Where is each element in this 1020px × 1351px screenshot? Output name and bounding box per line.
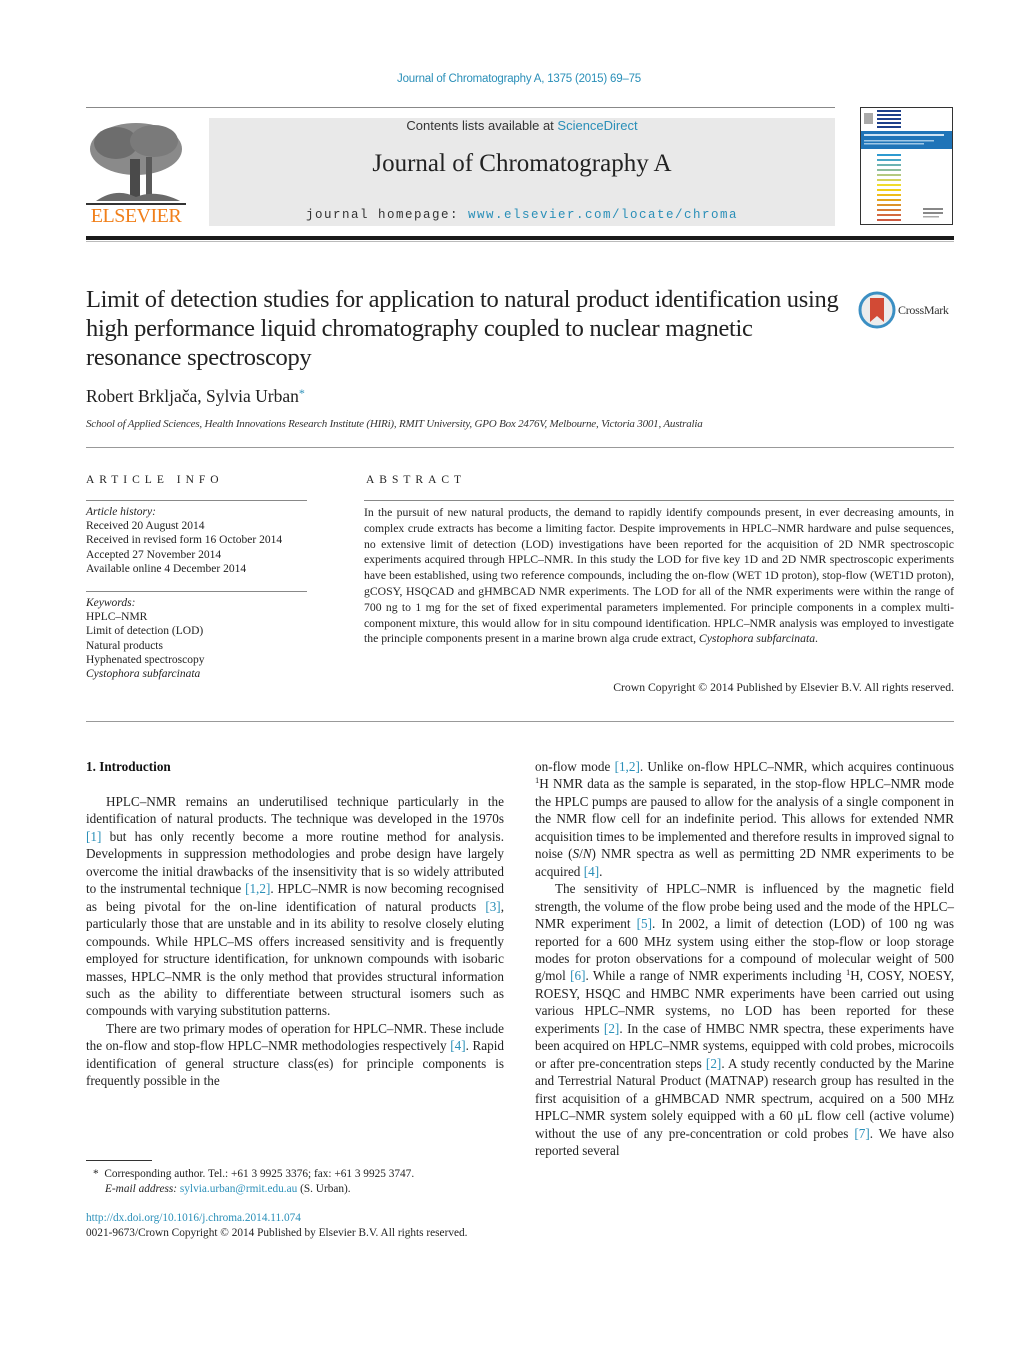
citation-link[interactable]: [2] bbox=[604, 1021, 619, 1036]
contents-prefix: Contents lists available at bbox=[406, 118, 558, 133]
journal-masthead: Contents lists available at ScienceDirec… bbox=[209, 118, 835, 226]
citation-link[interactable]: [2] bbox=[706, 1056, 721, 1071]
abstract-text: In the pursuit of new natural products, … bbox=[364, 505, 954, 647]
abstract-copyright: Crown Copyright © 2014 Published by Else… bbox=[613, 681, 954, 694]
email-link[interactable]: sylvia.urban@rmit.edu.au bbox=[180, 1183, 297, 1195]
history-revised: Received in revised form 16 October 2014 bbox=[86, 534, 283, 547]
email-note: E-mail address: sylvia.urban@rmit.edu.au… bbox=[86, 1182, 414, 1197]
history-accepted: Accepted 27 November 2014 bbox=[86, 548, 222, 561]
keyword: Natural products bbox=[86, 639, 163, 652]
corresponding-author-note: * Corresponding author. Tel.: +61 3 9925… bbox=[86, 1167, 414, 1182]
keywords-divider bbox=[86, 591, 307, 592]
body-column-left: HPLC–NMR remains an underutilised techni… bbox=[86, 793, 504, 1090]
body-column-right: on-flow mode [1,2]. Unlike on-flow HPLC–… bbox=[535, 758, 954, 1159]
homepage-link[interactable]: www.elsevier.com/locate/chroma bbox=[468, 208, 738, 222]
author-affiliation: School of Applied Sciences, Health Innov… bbox=[86, 418, 703, 430]
history-received: Received 20 August 2014 bbox=[86, 520, 205, 533]
corresponding-contact: Corresponding author. Tel.: +61 3 9925 3… bbox=[104, 1168, 415, 1180]
homepage-prefix: journal homepage: bbox=[305, 208, 468, 222]
citation-link[interactable]: [5] bbox=[637, 916, 652, 931]
corresponding-author-link[interactable]: * bbox=[299, 386, 305, 400]
keyword: Limit of detection (LOD) bbox=[86, 625, 204, 638]
header-divider bbox=[86, 107, 835, 108]
footnote-divider bbox=[86, 1160, 152, 1161]
issn-copyright: 0021-9673/Crown Copyright © 2014 Publish… bbox=[86, 1226, 468, 1239]
article-info-heading: ARTICLE INFO bbox=[86, 474, 224, 486]
header-thin-divider bbox=[86, 241, 954, 242]
keyword: Cystophora subfarcinata bbox=[86, 668, 201, 681]
header-thick-divider bbox=[86, 236, 954, 240]
doi-block: http://dx.doi.org/10.1016/j.chroma.2014.… bbox=[86, 1211, 467, 1240]
footnote: * Corresponding author. Tel.: +61 3 9925… bbox=[86, 1167, 414, 1196]
elsevier-wordmark: ELSEVIER bbox=[90, 205, 182, 227]
superscript: 1 bbox=[535, 775, 540, 786]
journal-cover-thumbnail[interactable] bbox=[860, 107, 953, 225]
citation-link[interactable]: [7] bbox=[854, 1126, 869, 1141]
citation-link[interactable]: [1,2] bbox=[615, 759, 640, 774]
journal-homepage: journal homepage: www.elsevier.com/locat… bbox=[209, 208, 835, 222]
italic-text: S bbox=[572, 846, 580, 862]
history-online: Available online 4 December 2014 bbox=[86, 562, 247, 575]
citation-link[interactable]: [6] bbox=[570, 968, 585, 983]
footnote-mark: * bbox=[93, 1168, 99, 1180]
contents-availability: Contents lists available at ScienceDirec… bbox=[209, 118, 835, 133]
email-suffix: (S. Urban). bbox=[297, 1182, 351, 1195]
abstract-heading: ABSTRACT bbox=[366, 474, 467, 486]
superscript: 1 bbox=[845, 967, 851, 978]
keywords: Keywords: HPLC–NMR Limit of detection (L… bbox=[86, 596, 204, 681]
abstract-end: . bbox=[815, 632, 818, 646]
abstract-body: In the pursuit of new natural products, … bbox=[364, 506, 954, 646]
citation-link[interactable]: [4] bbox=[584, 864, 599, 879]
doi-link[interactable]: http://dx.doi.org/10.1016/j.chroma.2014.… bbox=[86, 1211, 467, 1226]
email-label: E-mail address: bbox=[105, 1182, 178, 1195]
article-history-label: Article history: bbox=[86, 506, 156, 518]
citation-link[interactable]: [4] bbox=[450, 1038, 465, 1053]
affiliation-divider bbox=[86, 447, 954, 448]
keyword: HPLC–NMR bbox=[86, 611, 148, 624]
crossmark-label[interactable]: CrossMark bbox=[898, 303, 949, 318]
author-list: Robert Brkljača, Sylvia Urban* bbox=[86, 386, 305, 407]
citation-link[interactable]: [1] bbox=[86, 829, 101, 844]
paragraph: The sensitivity of HPLC–NMR is influence… bbox=[535, 881, 955, 1158]
journal-citation-link[interactable]: Journal of Chromatography A, 1375 (2015)… bbox=[0, 73, 1020, 85]
sciencedirect-link[interactable]: ScienceDirect bbox=[557, 118, 637, 133]
italic-text: N bbox=[582, 846, 592, 862]
keywords-label: Keywords: bbox=[86, 597, 136, 609]
keyword: Hyphenated spectroscopy bbox=[86, 653, 205, 666]
citation-link[interactable]: [1,2] bbox=[245, 881, 270, 896]
abstract-divider bbox=[364, 500, 954, 501]
paragraph: on-flow mode [1,2]. Unlike on-flow HPLC–… bbox=[535, 759, 954, 879]
crossmark-icon bbox=[858, 291, 896, 329]
author-names: Robert Brkljača, Sylvia Urban bbox=[86, 386, 299, 406]
citation-link[interactable]: [3] bbox=[485, 899, 500, 914]
abstract-bottom-divider bbox=[86, 721, 954, 722]
paragraph: HPLC–NMR remains an underutilised techni… bbox=[86, 794, 504, 1019]
article-title: Limit of detection studies for applicati… bbox=[86, 286, 839, 371]
section-heading-introduction: 1. Introduction bbox=[86, 759, 171, 774]
article-info-divider bbox=[86, 500, 307, 501]
journal-title: Journal of Chromatography A bbox=[372, 150, 672, 177]
paragraph: There are two primary modes of operation… bbox=[86, 1020, 504, 1089]
article-history: Article history: Received 20 August 2014… bbox=[86, 505, 282, 576]
abstract-species: Cystophora subfarcinata bbox=[698, 632, 816, 646]
